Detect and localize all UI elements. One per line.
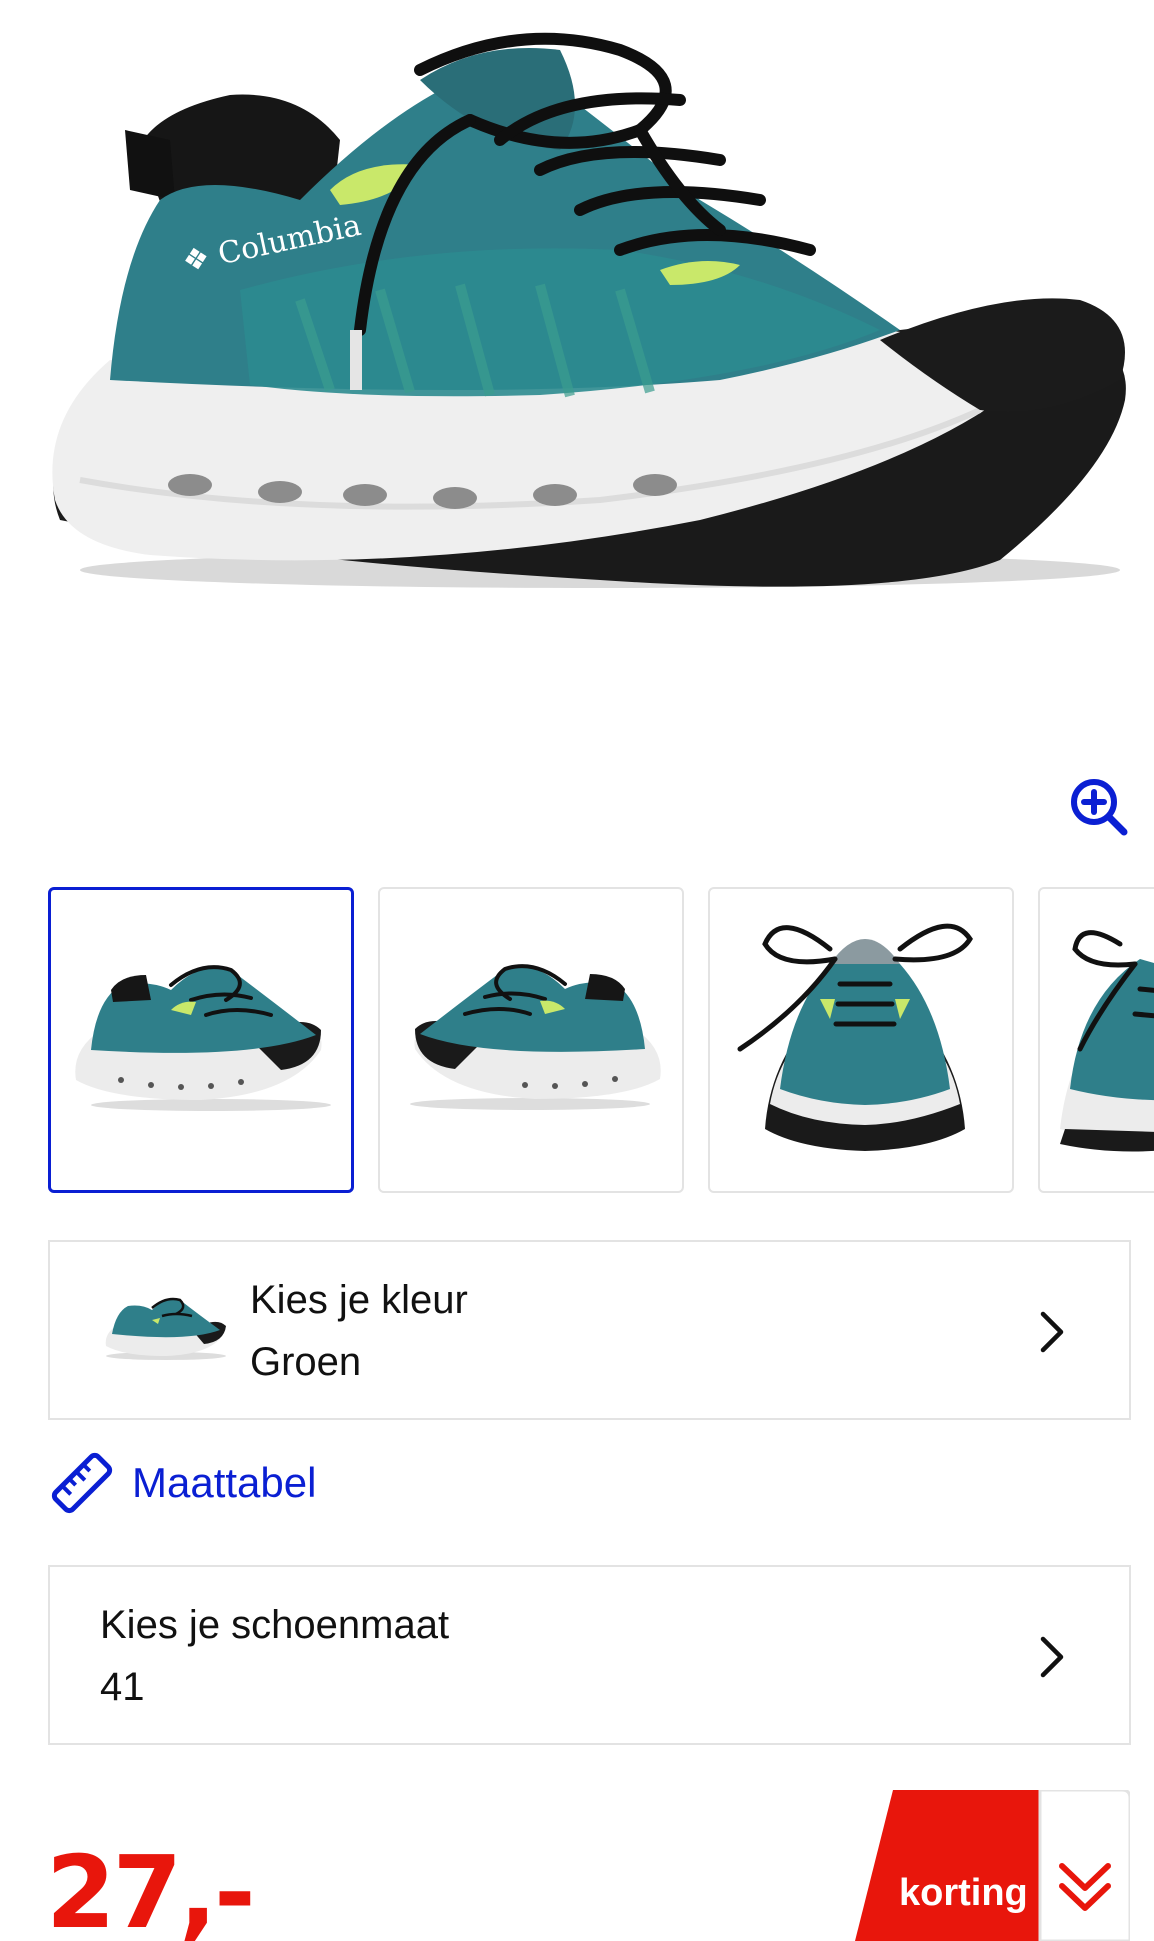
thumbnail-shoe-image xyxy=(1060,930,1154,1152)
ruler-icon xyxy=(51,1452,113,1514)
thumbnail-carousel[interactable] xyxy=(48,887,1154,1193)
thumbnail-shoe-image xyxy=(75,965,331,1111)
color-selector-label: Kies je kleur xyxy=(250,1278,468,1322)
shoe-illustration: ❖ Columbia xyxy=(52,32,1126,588)
discount-label: korting xyxy=(899,1872,1028,1914)
discount-badge-shape xyxy=(855,1790,1130,1941)
color-selector[interactable]: Kies je kleur Groen xyxy=(48,1240,1131,1420)
size-selector-label: Kies je schoenmaat xyxy=(100,1603,450,1647)
thumbnail-1[interactable] xyxy=(48,887,354,1193)
zoom-button[interactable] xyxy=(1068,776,1130,838)
zoom-in-icon xyxy=(1071,779,1128,836)
size-chart-label: Maattabel xyxy=(132,1459,317,1506)
thumbnail-4[interactable] xyxy=(1038,887,1154,1193)
size-selector-value: 41 xyxy=(100,1665,145,1709)
thumbnail-shoe-image xyxy=(737,923,973,1151)
discount-button[interactable]: korting xyxy=(855,1790,1130,1941)
thumbnail-shoe-image xyxy=(410,964,661,1110)
chevron-right-icon xyxy=(1040,1311,1064,1353)
size-chart-link[interactable]: Maattabel xyxy=(50,1448,316,1518)
chevron-right-icon xyxy=(1040,1636,1064,1678)
price: 27,- xyxy=(46,1834,256,1941)
thumbnail-2[interactable] xyxy=(378,887,684,1193)
color-swatch-image xyxy=(105,1297,226,1360)
product-main-image[interactable]: ❖ Columbia xyxy=(0,0,1154,700)
color-selector-value: Groen xyxy=(250,1340,362,1384)
size-selector[interactable]: Kies je schoenmaat 41 xyxy=(48,1565,1131,1745)
thumbnail-3[interactable] xyxy=(708,887,1014,1193)
